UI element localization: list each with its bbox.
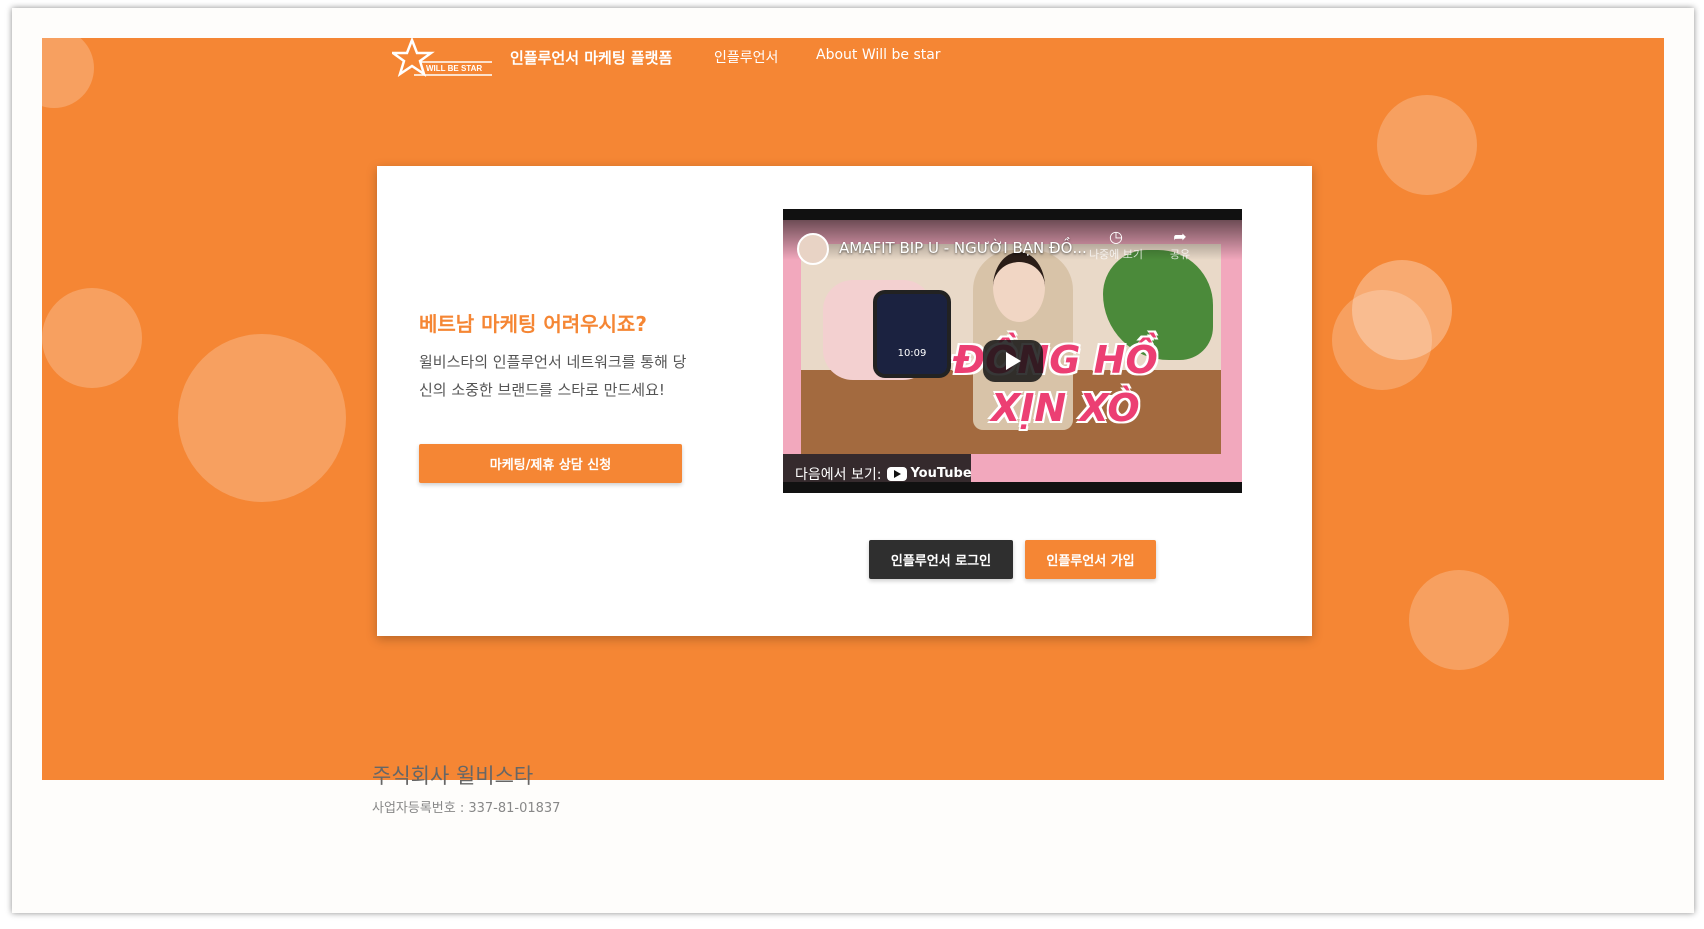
nav-about-link[interactable]: About Will be star [816,47,941,63]
decor-bubble [42,288,142,388]
clock-icon: ◷ [1109,227,1123,246]
hero-title: 베트남 마케팅 어려우시죠? [419,312,647,336]
video-title[interactable]: AMAFIT BIP U - NGƯỜI BẠN ĐỒ... [839,239,1087,257]
decor-bubble [1409,570,1509,670]
decor-bubble [42,38,94,108]
decor-bubble [1377,95,1477,195]
presenter-head [993,252,1045,322]
decor-bubble [178,334,346,502]
nav-brand-link[interactable]: 인플루언서 마케팅 플랫폼 [510,47,672,68]
watch-on-label: 다음에서 보기: [795,466,882,483]
channel-avatar[interactable] [797,233,829,265]
watch-time: 10:09 [897,348,927,359]
page-frame: WILL BE STAR 인플루언서 마케팅 플랫폼 인플루언서 About W… [12,8,1694,913]
share-label: 공유 [1169,248,1191,261]
influencer-login-button[interactable]: 인플루언서 로그인 [869,540,1013,579]
play-button[interactable] [983,340,1043,382]
watch-later-label: 나중에 보기 [1088,248,1144,261]
logo-text: WILL BE STAR [426,64,482,73]
watch-face: 10:09 [873,290,951,378]
influencer-join-button[interactable]: 인플루언서 가입 [1025,540,1156,579]
hero-description: 윌비스타의 인플루언서 네트워크를 통해 당신의 소중한 브랜드를 스타로 만드… [419,353,687,399]
play-icon [1006,352,1021,370]
logo[interactable]: WILL BE STAR [389,38,494,82]
watch-later-control[interactable]: ◷ 나중에 보기 [1081,228,1151,262]
consult-button[interactable]: 마케팅/제휴 상담 신청 [419,444,682,483]
footer-company-name: 주식회사 윌비스타 [372,764,534,788]
star-logo-icon: WILL BE STAR [389,38,492,77]
share-icon: ➦ [1173,227,1187,246]
youtube-video-embed[interactable]: 10:09 ĐỒNG HỒ XỊN XÒ AMAFIT BIP U - NGƯỜ… [783,209,1242,493]
watch-on-youtube[interactable]: 다음에서 보기: YouTube [783,454,972,483]
footer-registration: 사업자등록번호 : 337-81-01837 [372,801,561,816]
youtube-label: YouTube [910,466,972,481]
video-thumbnail[interactable]: 10:09 ĐỒNG HỒ XỊN XÒ AMAFIT BIP U - NGƯỜ… [783,220,1242,482]
decor-bubble [1332,290,1432,390]
overlay-text-line2: XỊN XÒ [991,386,1140,430]
hero-card: 베트남 마케팅 어려우시죠? 윌비스타의 인플루언서 네트워크를 통해 당신의 … [377,166,1312,636]
youtube-logo-icon [887,466,908,481]
share-control[interactable]: ➦ 공유 [1155,228,1205,262]
hero-section: WILL BE STAR 인플루언서 마케팅 플랫폼 인플루언서 About W… [42,38,1664,780]
youtube-badge: YouTube [887,466,972,481]
nav-influencer-link[interactable]: 인플루언서 [714,47,778,67]
